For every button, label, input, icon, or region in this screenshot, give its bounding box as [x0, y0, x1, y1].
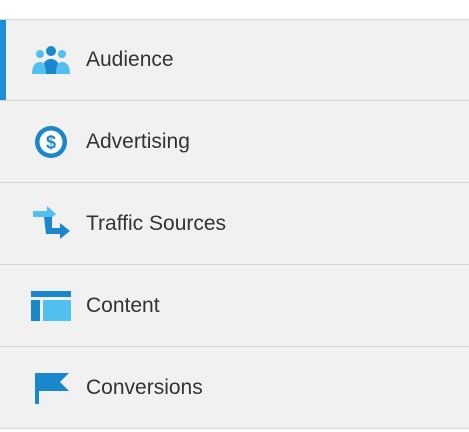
nav-item-audience[interactable]: Audience	[0, 19, 469, 101]
svg-text:$: $	[46, 132, 56, 152]
nav-item-conversions[interactable]: Conversions	[0, 347, 469, 429]
flag-icon	[30, 370, 72, 406]
report-nav: Audience $ Advertising Traffic Sources C…	[0, 19, 469, 429]
nav-item-label: Conversions	[86, 375, 203, 399]
nav-item-label: Traffic Sources	[86, 211, 227, 235]
arrows-icon	[30, 205, 72, 242]
audience-icon	[30, 42, 72, 78]
nav-item-content[interactable]: Content	[0, 265, 469, 347]
dollar-icon: $	[30, 124, 72, 160]
content-icon	[30, 288, 72, 324]
nav-item-advertising[interactable]: $ Advertising	[0, 101, 469, 183]
nav-item-label: Advertising	[86, 129, 190, 153]
nav-item-traffic-sources[interactable]: Traffic Sources	[0, 183, 469, 265]
nav-item-label: Audience	[86, 48, 174, 71]
nav-item-label: Content	[86, 293, 160, 317]
